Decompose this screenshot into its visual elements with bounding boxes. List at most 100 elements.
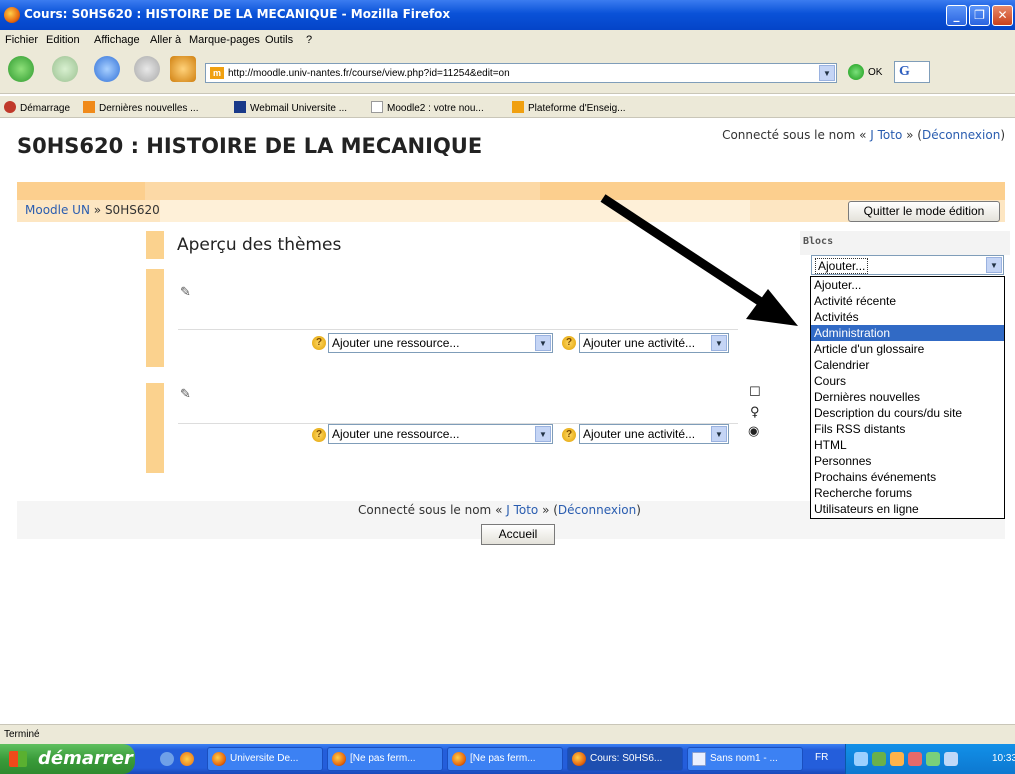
firefox-icon — [452, 752, 466, 766]
taskbar-item[interactable]: [Ne pas ferm... — [447, 747, 563, 771]
add-resource-select[interactable]: Ajouter une ressource... ▼ — [328, 333, 553, 353]
add-activity-select[interactable]: Ajouter une activité... ▼ — [579, 333, 729, 353]
block-option[interactable]: Fils RSS distants — [811, 421, 1004, 437]
block-option[interactable]: HTML — [811, 437, 1004, 453]
menu-bookmarks[interactable]: Marque-pages — [189, 34, 260, 46]
block-option[interactable]: Personnes — [811, 453, 1004, 469]
language-indicator[interactable]: FR — [815, 752, 828, 763]
menu-help[interactable]: ? — [306, 34, 312, 46]
go-label[interactable]: OK — [868, 67, 882, 78]
block-option[interactable]: Utilisateurs en ligne — [811, 501, 1004, 517]
start-button[interactable]: démarrer — [0, 744, 135, 774]
stop-icon[interactable] — [134, 56, 160, 82]
taskbar-item[interactable]: Universite De... — [207, 747, 323, 771]
block-option[interactable]: Dernières nouvelles — [811, 389, 1004, 405]
block-option[interactable]: Prochains événements — [811, 469, 1004, 485]
back-icon[interactable] — [8, 56, 34, 82]
page-icon — [371, 101, 383, 113]
dropdown-arrow-icon: ▼ — [711, 426, 727, 442]
help-icon[interactable]: ? — [312, 336, 326, 350]
section-bar — [146, 231, 164, 259]
lightbulb-icon[interactable]: ♀ — [750, 405, 760, 420]
edit-summary-icon[interactable]: ✎ — [180, 285, 191, 300]
menu-bar: Fichier Edition Affichage Aller à Marque… — [0, 30, 1015, 50]
signal-icon[interactable] — [926, 752, 940, 766]
section-bar — [146, 269, 164, 367]
bookmark-item[interactable]: Plateforme d'Enseig... — [512, 101, 626, 114]
section-bar — [146, 383, 164, 473]
browser-window: Cours: S0HS620 : HISTOIRE DE LA MECANIQU… — [0, 0, 1015, 774]
block-option[interactable]: Calendrier — [811, 357, 1004, 373]
quicklaunch-firefox-icon[interactable] — [180, 752, 194, 766]
block-option[interactable]: Article d'un glossaire — [811, 341, 1004, 357]
volume-icon[interactable] — [944, 752, 958, 766]
blocks-title: Blocs — [803, 236, 834, 247]
address-bar[interactable]: m http://moodle.univ-nantes.fr/course/vi… — [205, 63, 837, 83]
menu-file[interactable]: Fichier — [5, 34, 38, 46]
topics-heading: Aperçu des thèmes — [177, 235, 342, 255]
add-resource-select[interactable]: Ajouter une ressource... ▼ — [328, 424, 553, 444]
login-info: Connecté sous le nom « J Toto » (Déconne… — [722, 128, 1005, 142]
minimize-button[interactable]: _ — [946, 5, 967, 26]
title-bar: Cours: S0HS620 : HISTOIRE DE LA MECANIQU… — [0, 0, 1015, 30]
block-option[interactable]: Recherche forums — [811, 485, 1004, 501]
menu-edit[interactable]: Edition — [46, 34, 80, 46]
menu-go[interactable]: Aller à — [150, 34, 181, 46]
firefox-icon — [4, 7, 20, 23]
bookmarks-toolbar: Démarrage Dernières nouvelles ... Webmai… — [0, 96, 1015, 118]
tray-icon[interactable] — [872, 752, 886, 766]
url-dropdown-icon[interactable]: ▼ — [819, 65, 835, 81]
edit-summary-icon[interactable]: ✎ — [180, 387, 191, 402]
block-option[interactable]: Activités — [811, 309, 1004, 325]
system-tray — [845, 744, 1015, 774]
user-link[interactable]: J Toto — [506, 503, 538, 517]
menu-view[interactable]: Affichage — [94, 34, 140, 46]
tray-icon[interactable] — [890, 752, 904, 766]
menu-tools[interactable]: Outils — [265, 34, 293, 46]
bookmark-item[interactable]: Dernières nouvelles ... — [83, 101, 199, 114]
network-icon[interactable] — [854, 752, 868, 766]
quicklaunch-ie-icon[interactable] — [160, 752, 174, 766]
add-block-select[interactable]: Ajouter... ▼ — [811, 255, 1004, 275]
help-icon[interactable]: ? — [562, 428, 576, 442]
bookmark-item[interactable]: Webmail Universite ... — [234, 101, 347, 114]
add-activity-select[interactable]: Ajouter une activité... ▼ — [579, 424, 729, 444]
quit-edit-mode-button[interactable]: Quitter le mode édition — [848, 201, 1000, 222]
help-icon[interactable]: ? — [562, 336, 576, 350]
go-icon[interactable] — [848, 64, 864, 80]
taskbar: démarrer Universite De... [Ne pas ferm..… — [0, 744, 1015, 774]
dropdown-arrow-icon: ▼ — [986, 257, 1002, 273]
block-option[interactable]: Activité récente — [811, 293, 1004, 309]
bookmark-item[interactable]: Moodle2 : votre nou... — [371, 101, 484, 114]
taskbar-item-active[interactable]: Cours: S0HS6... — [567, 747, 683, 771]
bookmark-item[interactable]: Démarrage — [4, 101, 70, 114]
search-box[interactable]: G — [894, 61, 930, 83]
taskbar-item[interactable]: [Ne pas ferm... — [327, 747, 443, 771]
eye-icon[interactable]: ◉ — [748, 424, 759, 439]
block-option[interactable]: Description du cours/du site — [811, 405, 1004, 421]
checkbox-icon[interactable]: ☐ — [749, 385, 761, 400]
block-option[interactable]: Cours — [811, 373, 1004, 389]
dropdown-arrow-icon: ▼ — [535, 426, 551, 442]
logout-link[interactable]: Déconnexion — [922, 128, 1000, 142]
logout-link[interactable]: Déconnexion — [558, 503, 636, 517]
block-option-highlighted[interactable]: Administration — [811, 325, 1004, 341]
breadcrumb-home[interactable]: Moodle UN — [25, 203, 90, 217]
antivirus-icon[interactable] — [908, 752, 922, 766]
taskbar-item[interactable]: Sans nom1 - ... — [687, 747, 803, 771]
page-title: S0HS620 : HISTOIRE DE LA MECANIQUE — [17, 134, 483, 158]
user-link[interactable]: J Toto — [870, 128, 902, 142]
home-icon[interactable] — [170, 56, 196, 82]
help-icon[interactable]: ? — [312, 428, 326, 442]
maximize-button[interactable]: ❐ — [969, 5, 990, 26]
bookmark-icon — [4, 101, 16, 113]
home-button[interactable]: Accueil — [481, 524, 555, 545]
status-text: Terminé — [4, 729, 40, 740]
login-info-footer: Connecté sous le nom « J Toto » (Déconne… — [358, 503, 641, 517]
window-title: Cours: S0HS620 : HISTOIRE DE LA MECANIQU… — [24, 7, 451, 21]
windows-logo-icon — [9, 751, 27, 767]
reload-icon[interactable] — [94, 56, 120, 82]
close-button[interactable]: ✕ — [992, 5, 1013, 26]
forward-icon[interactable] — [52, 56, 78, 82]
block-option[interactable]: Ajouter... — [811, 277, 1004, 293]
